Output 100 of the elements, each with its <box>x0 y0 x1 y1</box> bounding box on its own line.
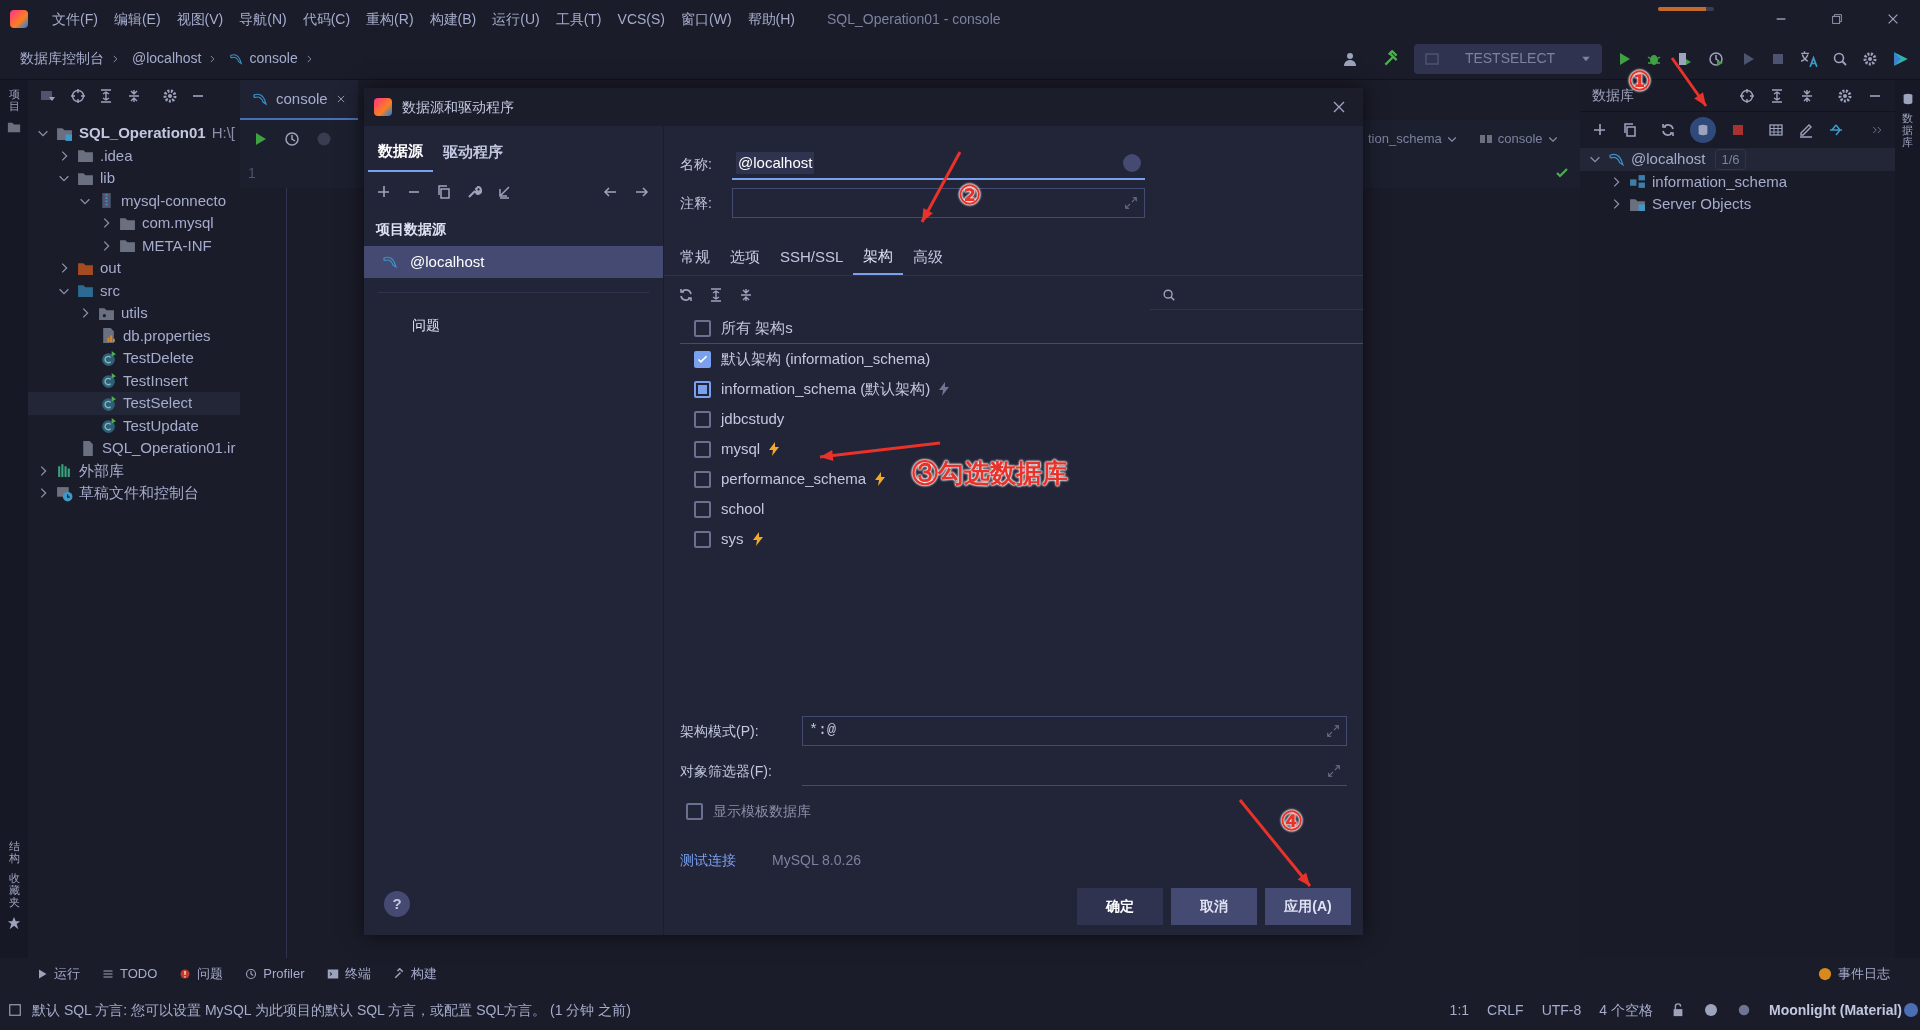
checkbox[interactable] <box>694 470 711 488</box>
menu-item[interactable]: 工具(T) <box>547 8 610 30</box>
data-source-item[interactable]: @localhost <box>364 246 663 278</box>
data-source-properties-button[interactable] <box>1690 117 1716 143</box>
tab[interactable]: SSH/SSL <box>770 239 854 275</box>
restore-icon[interactable] <box>1830 12 1844 26</box>
tab[interactable]: 数据源 <box>368 132 433 172</box>
translate-icon[interactable] <box>1800 49 1818 68</box>
locate-icon[interactable] <box>1739 87 1755 104</box>
problems-item[interactable]: 问题 <box>364 315 663 336</box>
inspector-icon[interactable] <box>1703 1002 1719 1018</box>
tab[interactable]: 高级 <box>903 239 954 275</box>
schema-item[interactable]: jdbcstudy <box>694 404 785 434</box>
tool-stripe-tab[interactable]: 结构 <box>8 839 20 864</box>
user-icon[interactable] <box>1342 50 1358 67</box>
status-item[interactable]: UTF-8 <box>1541 999 1582 1021</box>
copy-icon[interactable] <box>1622 122 1638 138</box>
menu-item[interactable]: 窗口(W) <box>673 8 740 30</box>
lock-icon[interactable] <box>1671 1003 1685 1017</box>
project-tool-tab[interactable]: 项目 <box>8 88 20 113</box>
panel-toggle-icon[interactable] <box>8 1003 22 1017</box>
close-icon[interactable] <box>335 94 346 104</box>
add-icon[interactable] <box>376 184 392 200</box>
menu-item[interactable]: 导航(N) <box>231 8 295 30</box>
collapse-all-icon[interactable] <box>1799 87 1815 104</box>
schema-item[interactable]: sys <box>694 524 766 554</box>
coverage-icon[interactable] <box>1676 50 1692 67</box>
tree-item[interactable]: TestInsert <box>28 369 240 392</box>
tree-item[interactable]: lib <box>28 167 240 190</box>
tree-item[interactable]: TestSelect <box>28 392 240 415</box>
close-icon[interactable] <box>1886 12 1900 26</box>
menu-item[interactable]: 构建(B) <box>421 8 485 30</box>
hammer-icon[interactable] <box>1382 49 1400 68</box>
tree-item[interactable]: 草稿文件和控制台 <box>28 482 240 505</box>
editor-tab[interactable]: console <box>240 80 358 120</box>
menu-item[interactable]: 文件(F) <box>44 8 106 30</box>
menu-item[interactable]: 视图(V) <box>168 8 232 30</box>
expand-all-icon[interactable] <box>1769 87 1785 104</box>
tree-item[interactable]: utils <box>28 302 240 325</box>
tool-window-button[interactable]: Profiler <box>245 964 305 984</box>
tree-item[interactable]: @localhost 1/6 <box>1580 148 1895 171</box>
import-icon[interactable] <box>496 184 512 200</box>
refresh-icon[interactable] <box>1660 122 1676 138</box>
checkbox[interactable] <box>694 440 711 458</box>
schema-selector[interactable]: tion_schema <box>1368 129 1442 149</box>
locate-icon[interactable] <box>70 88 86 104</box>
toolbox-logo-icon[interactable] <box>1892 49 1910 68</box>
search-icon[interactable] <box>1832 50 1848 67</box>
status-item[interactable]: CRLF <box>1487 999 1524 1021</box>
checkbox[interactable] <box>694 500 711 518</box>
tree-item[interactable]: com.mysql <box>28 212 240 235</box>
test-connection-link[interactable]: 测试连接 <box>680 849 736 871</box>
copy-icon[interactable] <box>436 184 452 200</box>
edit-icon[interactable] <box>1798 122 1814 138</box>
status-item[interactable]: 4 个空格 <box>1599 999 1653 1021</box>
tree-item[interactable]: META-INF <box>28 234 240 257</box>
tree-item[interactable]: SQL_Operation01.ir <box>28 437 240 460</box>
checkbox[interactable] <box>694 380 711 398</box>
tab[interactable]: 驱动程序 <box>433 132 513 172</box>
tree-item[interactable]: SQL_Operation01 H:\[ <box>28 122 240 145</box>
status-item[interactable]: 1:1 <box>1449 999 1470 1021</box>
tab[interactable]: 选项 <box>720 239 770 275</box>
tree-item[interactable]: 外部库 <box>28 459 240 482</box>
schema-item[interactable]: performance_schema <box>694 464 889 494</box>
add-icon[interactable] <box>1592 122 1608 138</box>
table-icon[interactable] <box>1768 122 1784 138</box>
tool-window-button[interactable]: TODO <box>102 964 158 984</box>
session-selector[interactable]: console <box>1497 129 1543 149</box>
settings-icon[interactable] <box>1837 87 1853 104</box>
menu-item[interactable]: 重构(R) <box>358 8 422 30</box>
schema-item[interactable]: information_schema (默认架构) <box>694 374 953 404</box>
history-icon[interactable] <box>284 131 300 147</box>
breadcrumb[interactable]: console <box>249 48 298 69</box>
dialog-button[interactable]: 应用(A) <box>1265 888 1351 925</box>
tree-item[interactable]: Server Objects <box>1580 193 1895 216</box>
template-checkbox-row[interactable]: 显示模板数据库 <box>686 798 811 824</box>
menu-item[interactable]: 编辑(E) <box>105 8 169 30</box>
collapse-all-icon[interactable] <box>738 287 754 303</box>
tree-item[interactable]: mysql-connecto <box>28 189 240 212</box>
notification-icon[interactable] <box>1737 1003 1751 1017</box>
schema-item[interactable]: school <box>694 494 765 524</box>
dialog-button[interactable]: 取消 <box>1171 888 1257 925</box>
tree-item[interactable]: out <box>28 257 240 280</box>
expand-all-icon[interactable] <box>98 88 114 104</box>
expand-all-icon[interactable] <box>708 287 724 303</box>
menu-item[interactable]: 代码(C) <box>294 8 359 30</box>
settings-icon[interactable] <box>1862 50 1878 67</box>
breadcrumb[interactable]: 数据库控制台 <box>20 48 104 69</box>
profile-icon[interactable] <box>1706 50 1726 67</box>
tool-window-button[interactable]: 终端 <box>326 964 371 984</box>
close-icon[interactable] <box>1331 99 1347 115</box>
refresh-icon[interactable] <box>678 287 694 303</box>
settings-icon[interactable] <box>162 88 178 104</box>
tree-item[interactable]: TestUpdate <box>28 414 240 437</box>
tool-window-button[interactable]: 构建 <box>392 964 437 984</box>
schema-pattern-input[interactable]: *:@ <box>802 716 1347 746</box>
collapse-all-icon[interactable] <box>126 88 142 104</box>
tree-item[interactable]: db.properties <box>28 324 240 347</box>
tool-window-button[interactable]: 运行 <box>36 964 80 984</box>
help-button[interactable]: ? <box>384 891 410 917</box>
